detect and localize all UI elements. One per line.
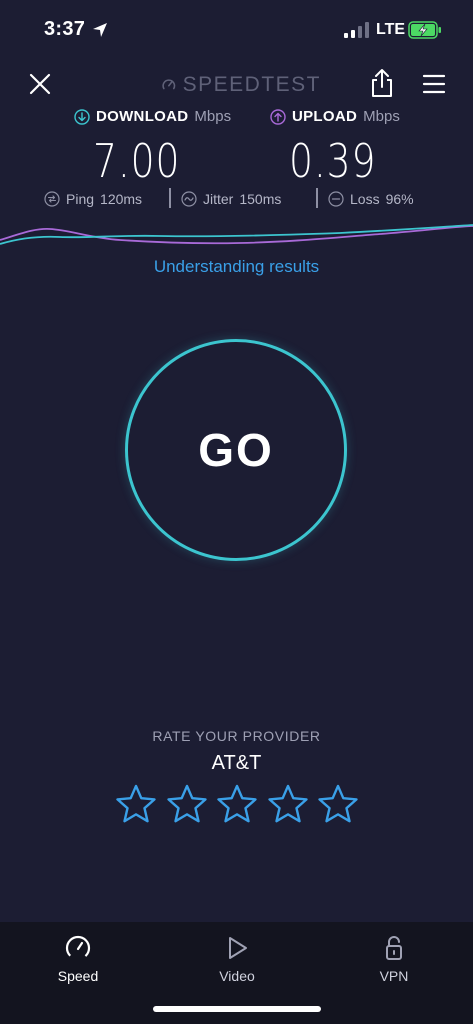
tab-video[interactable]: Video: [187, 934, 287, 984]
ping-value: 120: [100, 191, 124, 207]
battery-charging-icon: [408, 21, 441, 39]
ping-label: Ping: [66, 191, 95, 207]
lock-icon: [386, 936, 402, 960]
stat-divider: [316, 188, 318, 208]
rate-provider-title: RATE YOUR PROVIDER: [152, 728, 321, 744]
status-time: 3:37: [44, 18, 86, 40]
star-icon[interactable]: [317, 783, 359, 825]
tab-vpn-label: VPN: [379, 968, 409, 984]
loss-unit: %: [401, 191, 414, 207]
download-label: DOWNLOAD: [96, 108, 189, 125]
ping-icon: [44, 191, 60, 207]
star-icon[interactable]: [216, 783, 258, 825]
star-icon[interactable]: [267, 783, 309, 825]
loss-value: 96: [385, 191, 402, 207]
jitter-label: Jitter: [203, 191, 234, 207]
share-icon[interactable]: [368, 68, 396, 98]
network-type: LTE: [376, 21, 406, 38]
tab-speed[interactable]: Speed: [28, 934, 128, 984]
jitter-icon: [181, 191, 197, 207]
download-heading: DOWNLOAD Mbps: [74, 108, 231, 125]
loss-stat: Loss 96%: [328, 191, 414, 207]
upload-graph-line: [0, 225, 473, 245]
upload-arrow-icon: [270, 108, 286, 125]
star-rating: [115, 783, 359, 825]
speedometer-icon: [65, 935, 91, 961]
tab-video-label: Video: [219, 968, 255, 984]
tab-vpn[interactable]: VPN: [344, 934, 444, 984]
loss-icon: [328, 191, 344, 207]
play-icon: [229, 937, 247, 959]
stat-divider: [169, 188, 171, 208]
upload-heading: UPLOAD Mbps: [270, 108, 400, 125]
home-indicator: [153, 1006, 321, 1012]
ping-stat: Ping 120ms: [44, 191, 142, 207]
location-arrow-icon: [93, 23, 107, 37]
understanding-results-link[interactable]: Understanding results: [0, 257, 473, 277]
loss-label: Loss: [350, 191, 380, 207]
go-label: GO: [198, 424, 274, 476]
star-icon[interactable]: [166, 783, 208, 825]
signal-bars-icon: [344, 22, 369, 38]
go-button[interactable]: GO: [125, 339, 347, 561]
upload-unit: Mbps: [363, 108, 400, 125]
jitter-value: 150: [239, 191, 263, 207]
speedtest-logo: SPEEDTEST: [161, 72, 321, 98]
upload-speed-value: 0.39: [289, 134, 377, 188]
download-arrow-icon: [74, 108, 90, 125]
download-graph-line: [0, 224, 473, 245]
hamburger-menu-icon[interactable]: [421, 73, 447, 95]
close-icon[interactable]: [26, 70, 54, 98]
download-speed-value: 7.00: [93, 134, 181, 188]
provider-name: AT&T: [211, 752, 262, 774]
upload-label: UPLOAD: [292, 108, 358, 125]
jitter-stat: Jitter 150ms: [181, 191, 281, 207]
speed-graph: [0, 224, 473, 245]
download-unit: Mbps: [194, 108, 232, 125]
speedometer-icon: [162, 79, 176, 90]
jitter-unit: ms: [262, 191, 282, 207]
star-icon[interactable]: [115, 783, 157, 825]
tab-speed-label: Speed: [57, 968, 99, 984]
ping-unit: ms: [123, 191, 143, 207]
logo-text: SPEEDTEST: [182, 73, 321, 96]
